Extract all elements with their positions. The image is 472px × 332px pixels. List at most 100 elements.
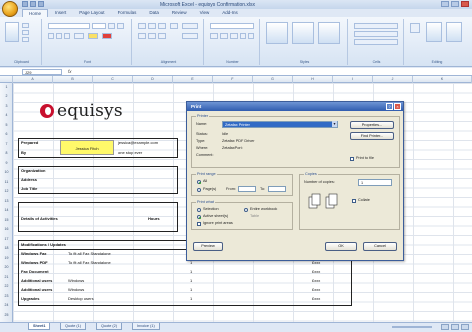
underline-icon[interactable] bbox=[64, 33, 70, 39]
copy-icon[interactable] bbox=[22, 30, 29, 35]
minimize-button[interactable] bbox=[441, 1, 449, 7]
what-selection-radio[interactable] bbox=[197, 208, 201, 212]
column-header[interactable]: B bbox=[53, 76, 93, 83]
tab-page-layout[interactable]: Page Layout bbox=[73, 9, 110, 17]
sheet-tab[interactable]: Quote (2) bbox=[96, 323, 123, 330]
from-input[interactable] bbox=[238, 186, 256, 192]
column-header[interactable]: F bbox=[213, 76, 253, 83]
view-buttons bbox=[441, 324, 469, 330]
grow-font-icon[interactable] bbox=[108, 23, 115, 29]
tab-data[interactable]: Data bbox=[143, 9, 165, 17]
align-center-icon[interactable] bbox=[148, 33, 156, 39]
ok-button[interactable]: OK bbox=[325, 242, 357, 251]
ignore-print-areas-checkbox[interactable] bbox=[197, 222, 201, 226]
align-right-icon[interactable] bbox=[158, 33, 166, 39]
font-name-select[interactable] bbox=[48, 23, 90, 29]
format-painter-icon[interactable] bbox=[22, 37, 29, 42]
properties-button[interactable]: Properties... bbox=[350, 121, 394, 129]
help-icon[interactable]: ? bbox=[386, 103, 393, 110]
copies-input[interactable]: 1 bbox=[358, 179, 392, 186]
fx-icon[interactable]: fx bbox=[68, 69, 72, 74]
range-all-radio[interactable] bbox=[197, 180, 201, 184]
percent-icon[interactable] bbox=[220, 33, 228, 39]
copies-group: Copies Number of copies: 1 Collate bbox=[299, 172, 400, 230]
italic-icon[interactable] bbox=[56, 33, 62, 39]
print-to-file-checkbox[interactable] bbox=[350, 157, 354, 161]
preview-button[interactable]: Preview bbox=[193, 242, 223, 251]
merge-center-button[interactable] bbox=[182, 33, 198, 39]
autosum-icon[interactable] bbox=[410, 23, 420, 33]
align-bottom-icon[interactable] bbox=[158, 23, 166, 29]
format-cells-button[interactable] bbox=[354, 39, 398, 45]
conditional-formatting-button[interactable] bbox=[266, 22, 288, 44]
maximize-button[interactable] bbox=[451, 1, 459, 7]
undo-icon[interactable] bbox=[30, 1, 36, 7]
what-active-radio[interactable] bbox=[197, 215, 201, 219]
cancel-button[interactable]: Cancel bbox=[363, 242, 397, 251]
close-button[interactable] bbox=[461, 1, 469, 7]
column-header[interactable]: K bbox=[413, 76, 472, 83]
tab-insert[interactable]: Insert bbox=[49, 9, 72, 17]
office-button[interactable] bbox=[2, 1, 18, 17]
sheet-tab[interactable]: Invoice (1) bbox=[132, 323, 160, 330]
select-all-corner[interactable] bbox=[0, 76, 13, 83]
sheet-tab[interactable]: Quote (1) bbox=[60, 323, 87, 330]
printer-name-select[interactable]: Zetafax Printer bbox=[222, 121, 338, 128]
shrink-font-icon[interactable] bbox=[117, 23, 124, 29]
tab-review[interactable]: Review bbox=[166, 9, 193, 17]
insert-cells-button[interactable] bbox=[354, 23, 398, 29]
wrap-text-button[interactable] bbox=[182, 23, 198, 29]
number-format-select[interactable] bbox=[210, 23, 254, 29]
currency-icon[interactable] bbox=[210, 33, 218, 39]
font-color-icon[interactable] bbox=[102, 33, 112, 39]
zoom-slider[interactable] bbox=[392, 326, 432, 328]
page-layout-view-button[interactable] bbox=[451, 324, 459, 330]
font-size-select[interactable] bbox=[92, 23, 106, 29]
increase-decimal-icon[interactable] bbox=[240, 33, 246, 39]
delete-cells-button[interactable] bbox=[354, 31, 398, 37]
cut-icon[interactable] bbox=[22, 23, 29, 28]
what-entire-radio[interactable] bbox=[244, 208, 248, 212]
column-header[interactable]: J bbox=[373, 76, 413, 83]
tab-view[interactable]: View bbox=[194, 9, 216, 17]
sheet-tab[interactable]: Sheet1 bbox=[28, 323, 51, 330]
sort-filter-button[interactable] bbox=[426, 22, 442, 42]
paste-button[interactable] bbox=[5, 22, 19, 42]
to-input[interactable] bbox=[268, 186, 286, 192]
format-as-table-button[interactable] bbox=[292, 22, 314, 44]
name-box[interactable]: J29 bbox=[22, 69, 62, 75]
normal-view-button[interactable] bbox=[441, 324, 449, 330]
column-header[interactable]: A bbox=[13, 76, 53, 83]
align-middle-icon[interactable] bbox=[148, 23, 156, 29]
column-header[interactable]: G bbox=[253, 76, 293, 83]
item-price: £xxx bbox=[312, 296, 321, 301]
comma-icon[interactable] bbox=[230, 33, 238, 39]
find-printer-button[interactable]: Find Printer... bbox=[350, 132, 394, 140]
prepared-by-name[interactable]: Jessica Fitch bbox=[60, 140, 114, 155]
bold-icon[interactable] bbox=[48, 33, 54, 39]
align-left-icon[interactable] bbox=[138, 33, 146, 39]
save-icon[interactable] bbox=[22, 1, 28, 7]
column-header[interactable]: E bbox=[173, 76, 213, 83]
column-header[interactable]: I bbox=[333, 76, 373, 83]
find-select-button[interactable] bbox=[446, 22, 462, 42]
decrease-decimal-icon[interactable] bbox=[248, 33, 254, 39]
range-pages-radio[interactable] bbox=[197, 188, 201, 192]
redo-icon[interactable] bbox=[38, 1, 44, 7]
dialog-close-icon[interactable]: × bbox=[394, 103, 401, 110]
collate-checkbox[interactable] bbox=[352, 199, 356, 203]
tab-formulas[interactable]: Formulas bbox=[112, 9, 143, 17]
align-top-icon[interactable] bbox=[138, 23, 146, 29]
column-header[interactable]: H bbox=[293, 76, 333, 83]
tab-home[interactable]: Home bbox=[22, 9, 49, 17]
borders-icon[interactable] bbox=[74, 33, 84, 39]
column-header[interactable]: C bbox=[93, 76, 133, 83]
window-controls bbox=[441, 1, 469, 7]
fill-color-icon[interactable] bbox=[88, 33, 98, 39]
orientation-icon[interactable] bbox=[170, 23, 178, 29]
printer-name-label: Name: bbox=[196, 122, 208, 126]
cell-styles-button[interactable] bbox=[318, 22, 340, 44]
tab-add-ins[interactable]: Add-Ins bbox=[216, 9, 244, 17]
column-header[interactable]: D bbox=[133, 76, 173, 83]
page-break-view-button[interactable] bbox=[461, 324, 469, 330]
